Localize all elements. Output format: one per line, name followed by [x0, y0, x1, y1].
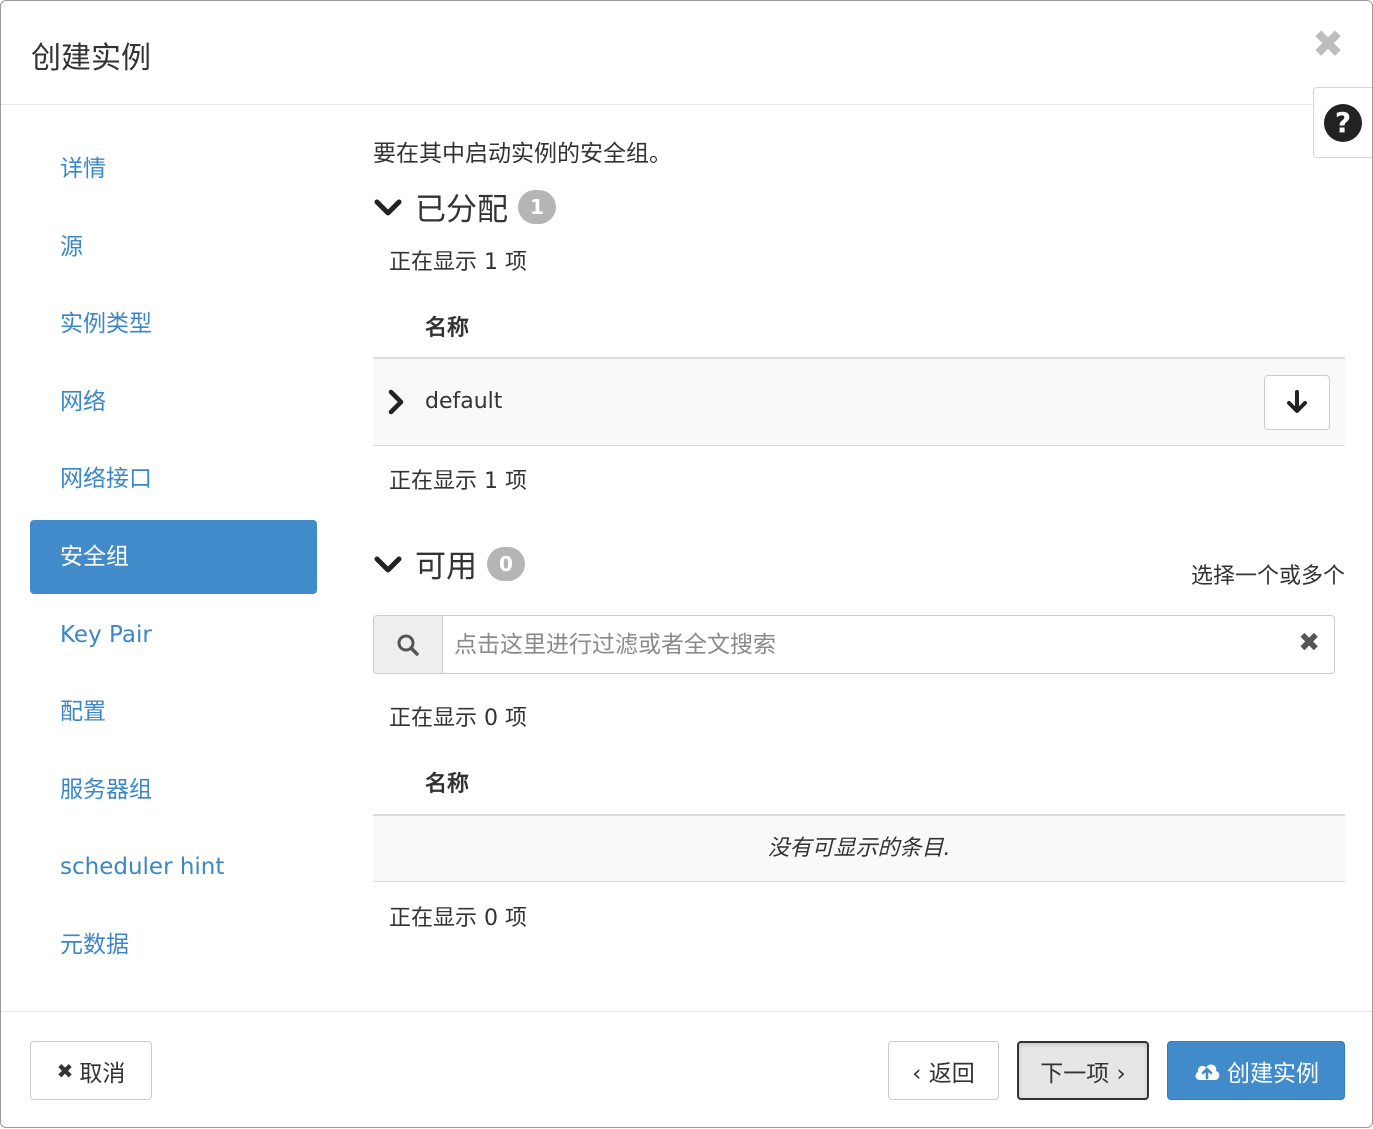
allocated-count-bottom: 正在显示 1 项 [389, 469, 527, 494]
allocated-count-top: 正在显示 1 项 [389, 250, 527, 275]
dialog-header: 创建实例 ✖ [1, 1, 1372, 105]
table-row[interactable]: default [373, 357, 1345, 446]
cancel-label: 取消 [79, 1060, 126, 1087]
cloud-upload-icon [1195, 1063, 1220, 1080]
sidebar-item-2[interactable]: 实例类型 [30, 287, 317, 361]
chevron-down-icon [374, 199, 402, 215]
close-icon: ✖ [56, 1058, 74, 1083]
sidebar-item-4[interactable]: 网络接口 [30, 442, 317, 516]
sidebar-item-1[interactable]: 源 [30, 210, 317, 284]
dialog-title: 创建实例 [31, 41, 151, 76]
available-count-bottom: 正在显示 0 项 [389, 906, 527, 931]
close-icon[interactable]: ✖ [1312, 25, 1344, 63]
available-count-top: 正在显示 0 项 [389, 706, 527, 731]
sidebar-item-7[interactable]: 配置 [30, 675, 317, 749]
sidebar-item-0[interactable]: 详情 [30, 132, 317, 206]
create-instance-dialog: 创建实例 ✖ ? 详情源实例类型 网络 网络接口 安全组 Key Pair 配置 服务器组 s… [0, 0, 1373, 1128]
back-label: ‹ 返回 [912, 1060, 975, 1087]
available-column-name: 名称 [425, 772, 470, 797]
help-button[interactable]: ? [1313, 87, 1372, 158]
empty-table-message: 没有可显示的条目. [373, 814, 1345, 882]
create-instance-button[interactable]: 创建实例 [1167, 1041, 1345, 1100]
create-label: 创建实例 [1227, 1060, 1319, 1087]
next-button[interactable]: 下一项 › [1017, 1041, 1149, 1100]
step-description: 要在其中启动实例的安全组。 [373, 141, 672, 167]
chevron-down-icon [374, 556, 402, 572]
sidebar-item-3[interactable]: 网络 [30, 365, 317, 439]
search-bar: ✖ [373, 615, 1335, 674]
available-section-toggle[interactable]: 可用 0 [373, 541, 525, 586]
sidebar-item-8[interactable]: 服务器组 [30, 753, 317, 827]
next-label: 下一项 › [1040, 1060, 1126, 1087]
back-button[interactable]: ‹ 返回 [888, 1041, 999, 1100]
arrow-down-icon [1287, 390, 1307, 413]
available-count-badge: 0 [487, 546, 525, 581]
allocated-column-name: 名称 [425, 316, 470, 341]
sidebar-item-10[interactable]: 元数据 [30, 908, 317, 982]
chevron-right-icon[interactable] [387, 389, 405, 415]
clear-icon[interactable]: ✖ [1298, 630, 1320, 656]
search-icon [397, 634, 419, 656]
allocated-title: 已分配 [415, 192, 508, 228]
sidebar-item-6[interactable]: Key Pair [30, 598, 317, 672]
search-input[interactable] [452, 626, 1272, 663]
select-hint: 选择一个或多个 [1190, 564, 1345, 589]
dialog-footer: ✖ 取消 ‹ 返回 下一项 › 创建实例 [1, 1011, 1372, 1129]
help-icon: ? [1324, 104, 1362, 142]
row-name: default [425, 389, 503, 414]
allocated-count-badge: 1 [518, 189, 556, 224]
sidebar-item-5[interactable]: 安全组 [30, 519, 317, 594]
deallocate-button[interactable] [1264, 375, 1330, 430]
sidebar-item-9[interactable]: scheduler hint [30, 830, 317, 904]
wizard-nav: 详情源实例类型 网络 网络接口 安全组 Key Pair 配置 服务器组 scheduler … [30, 132, 317, 986]
search-addon[interactable] [374, 616, 443, 673]
available-title: 可用 [415, 549, 477, 585]
allocated-section-toggle[interactable]: 已分配 1 [373, 184, 556, 229]
cancel-button[interactable]: ✖ 取消 [30, 1041, 152, 1100]
